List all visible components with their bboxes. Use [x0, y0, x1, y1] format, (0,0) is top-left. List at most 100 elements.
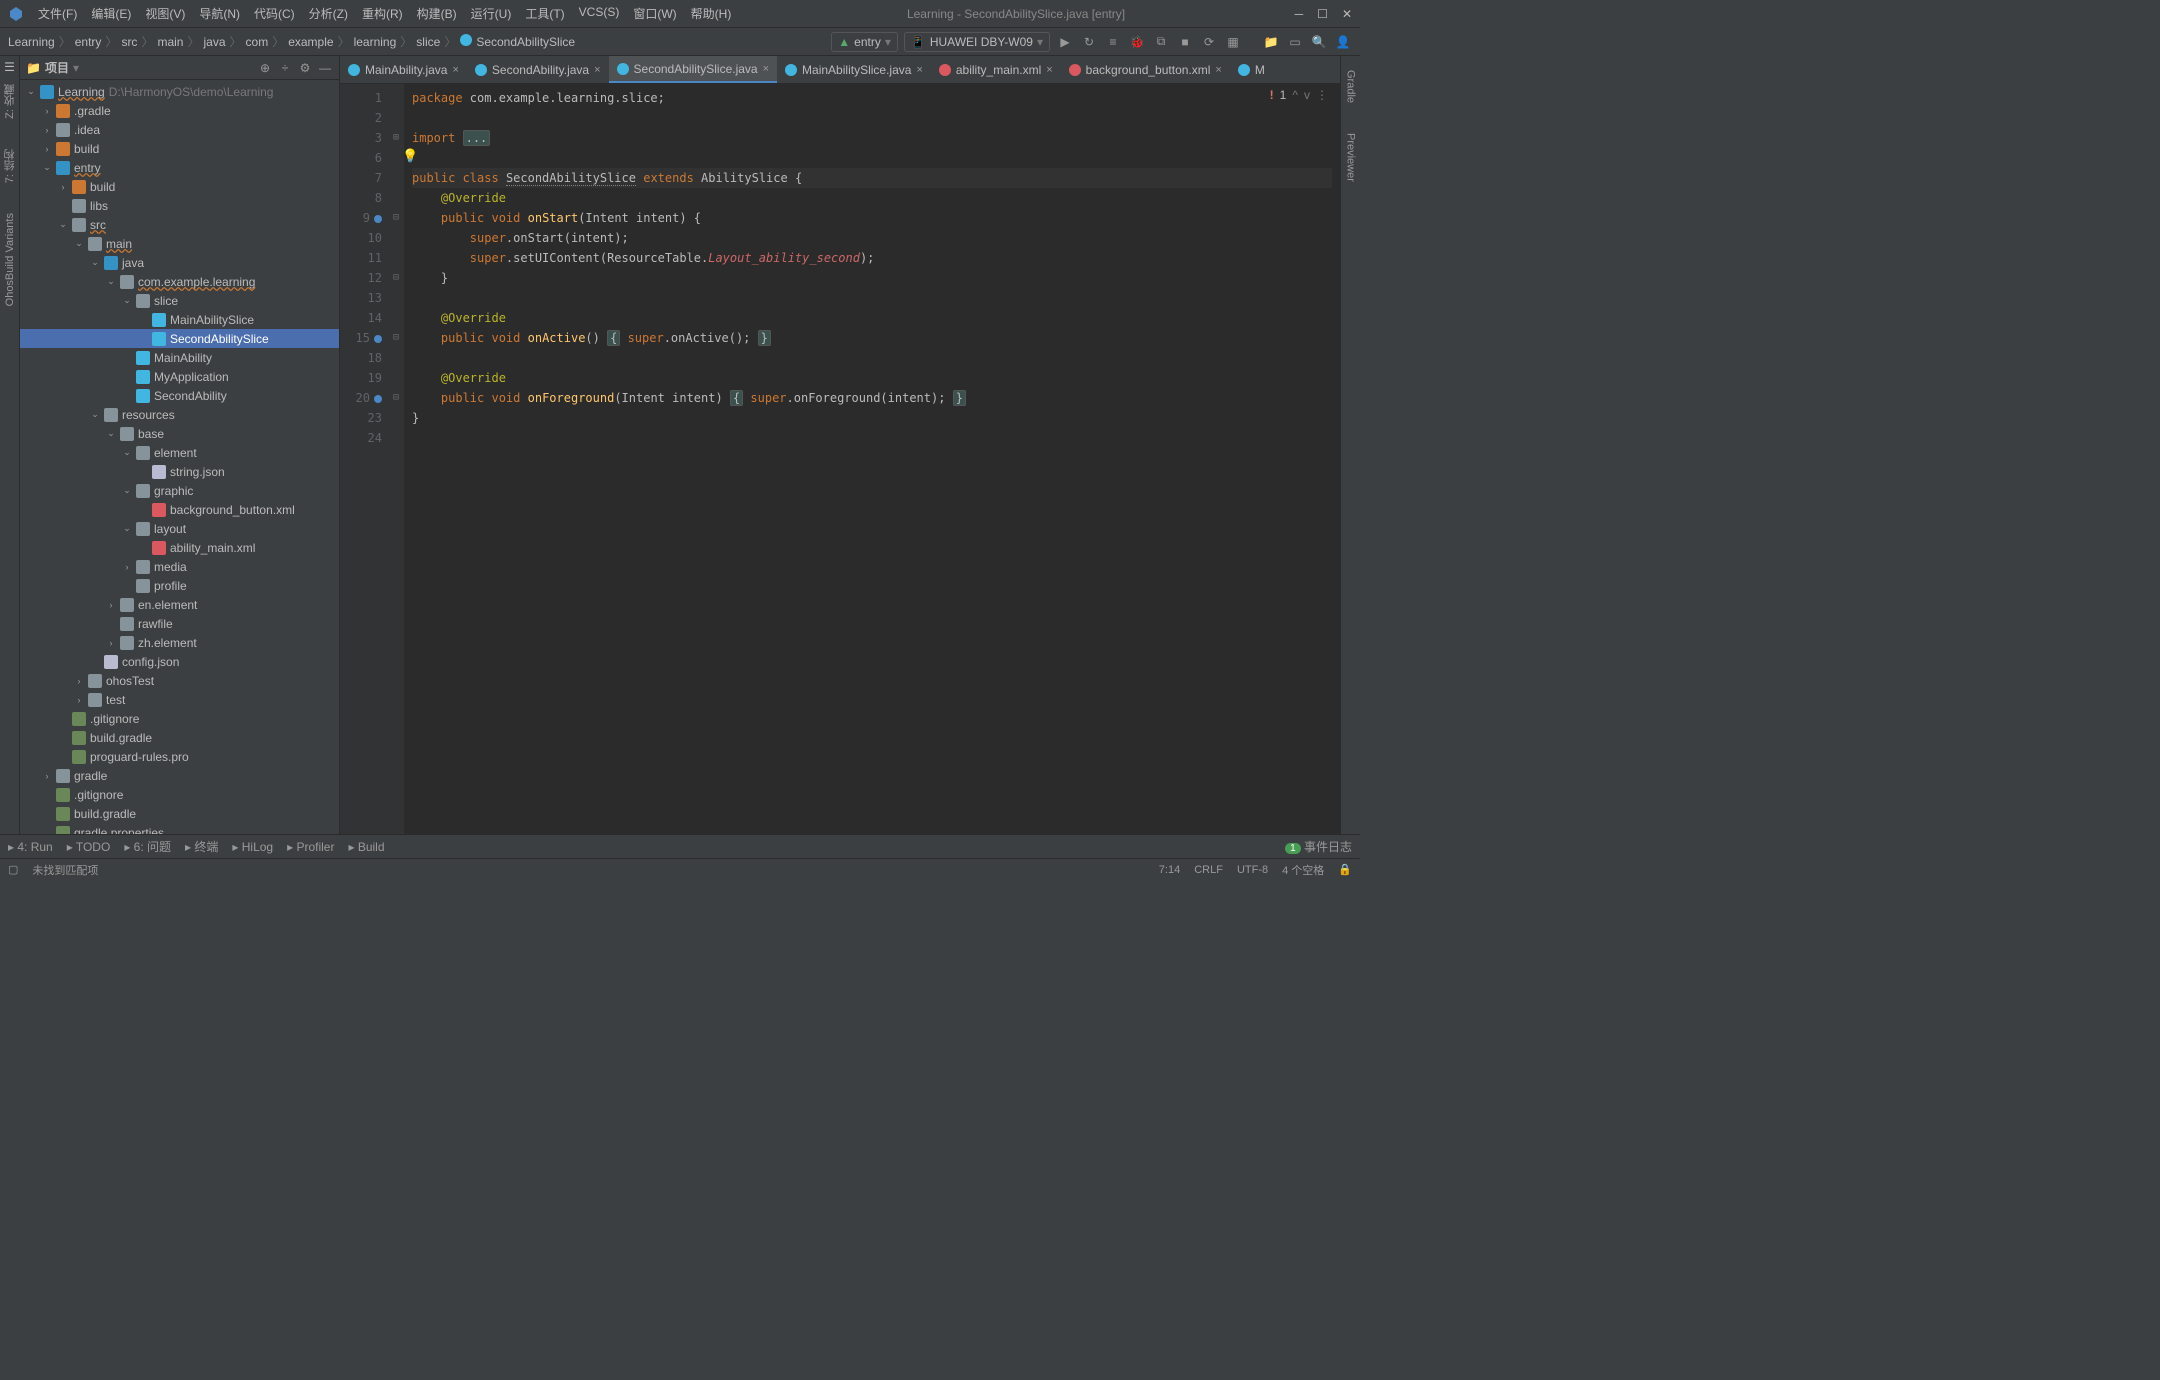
- breadcrumb-item[interactable]: main: [157, 35, 183, 49]
- line-number[interactable]: 13: [340, 288, 382, 308]
- tree-row[interactable]: ⌄slice: [20, 291, 339, 310]
- tree-row[interactable]: SecondAbility: [20, 386, 339, 405]
- tree-row[interactable]: ›build: [20, 139, 339, 158]
- tree-row[interactable]: ⌄graphic: [20, 481, 339, 500]
- line-number[interactable]: 9: [340, 208, 382, 228]
- line-number[interactable]: 8: [340, 188, 382, 208]
- tree-row[interactable]: ›.idea: [20, 120, 339, 139]
- fold-toggle-icon[interactable]: [388, 188, 404, 208]
- editor-tab[interactable]: M: [1230, 56, 1273, 83]
- code-line[interactable]: super.setUIContent(ResourceTable.Layout_…: [412, 248, 1332, 268]
- line-number[interactable]: 11: [340, 248, 382, 268]
- fold-toggle-icon[interactable]: ⊟: [388, 388, 404, 408]
- code-line[interactable]: super.onStart(intent);: [412, 228, 1332, 248]
- tree-row[interactable]: background_button.xml: [20, 500, 339, 519]
- close-tab-icon[interactable]: ×: [1215, 64, 1221, 76]
- tree-row[interactable]: ›gradle: [20, 766, 339, 785]
- line-number[interactable]: 20: [340, 388, 382, 408]
- minimize-button[interactable]: ─: [1295, 7, 1304, 21]
- tool-window-button[interactable]: ▸ Profiler: [287, 840, 334, 854]
- tree-row[interactable]: ›test: [20, 690, 339, 709]
- close-tab-icon[interactable]: ×: [1046, 64, 1052, 76]
- tree-row[interactable]: ⌄src: [20, 215, 339, 234]
- line-number[interactable]: 10: [340, 228, 382, 248]
- line-number[interactable]: 23: [340, 408, 382, 428]
- right-tool-button[interactable]: Gradle: [1345, 70, 1357, 103]
- menu-item[interactable]: 帮助(H): [685, 3, 738, 24]
- left-tool-button[interactable]: OhosBuild Variants: [4, 213, 16, 306]
- tree-row[interactable]: ›en.element: [20, 595, 339, 614]
- tree-row[interactable]: ›media: [20, 557, 339, 576]
- tree-row[interactable]: ›zh.element: [20, 633, 339, 652]
- lock-icon[interactable]: 🔒: [1338, 863, 1352, 876]
- tree-row[interactable]: proguard-rules.pro: [20, 747, 339, 766]
- fold-toggle-icon[interactable]: ⊞: [388, 128, 404, 148]
- tree-arrow-icon[interactable]: ⌄: [26, 86, 36, 97]
- tree-arrow-icon[interactable]: ›: [42, 125, 52, 135]
- fold-toggle-icon[interactable]: ⊟: [388, 208, 404, 228]
- editor-tab[interactable]: background_button.xml×: [1061, 56, 1230, 83]
- tree-arrow-icon[interactable]: ⌄: [122, 295, 132, 306]
- tree-arrow-icon[interactable]: ⌄: [122, 485, 132, 496]
- tree-arrow-icon[interactable]: ⌄: [122, 523, 132, 534]
- line-number[interactable]: 19: [340, 368, 382, 388]
- breadcrumb-item[interactable]: com: [246, 35, 269, 49]
- menu-item[interactable]: 运行(U): [465, 3, 518, 24]
- tree-row[interactable]: MainAbility: [20, 348, 339, 367]
- fold-toggle-icon[interactable]: [388, 88, 404, 108]
- tree-row[interactable]: MainAbilitySlice: [20, 310, 339, 329]
- breadcrumb-item[interactable]: src: [121, 35, 137, 49]
- tree-row[interactable]: ⌄main: [20, 234, 339, 253]
- tree-row[interactable]: ⌄com.example.learning: [20, 272, 339, 291]
- fold-toggle-icon[interactable]: ⊟: [388, 328, 404, 348]
- code-line[interactable]: }: [412, 268, 1332, 288]
- breadcrumb-item[interactable]: learning: [354, 35, 397, 49]
- inspection-indicator[interactable]: ! 1 ^ v ⋮: [1262, 86, 1336, 104]
- fold-toggle-icon[interactable]: [388, 348, 404, 368]
- code-line[interactable]: @Override: [412, 308, 1332, 328]
- tree-arrow-icon[interactable]: ⌄: [42, 162, 52, 173]
- tree-row[interactable]: ›ohosTest: [20, 671, 339, 690]
- code-line[interactable]: package com.example.learning.slice;: [412, 88, 1332, 108]
- menu-item[interactable]: 导航(N): [193, 3, 246, 24]
- close-tab-icon[interactable]: ×: [452, 64, 458, 76]
- code-line[interactable]: }: [412, 408, 1332, 428]
- fold-toggle-icon[interactable]: [388, 108, 404, 128]
- tree-row[interactable]: ⌄java: [20, 253, 339, 272]
- menu-item[interactable]: 代码(C): [248, 3, 301, 24]
- code-line[interactable]: @Override: [412, 368, 1332, 388]
- tool-window-button[interactable]: ▸ Build: [348, 840, 384, 854]
- maximize-button[interactable]: ☐: [1317, 7, 1328, 21]
- menu-item[interactable]: 窗口(W): [627, 3, 682, 24]
- device-selector[interactable]: 📱HUAWEI DBY-W09▾: [904, 32, 1050, 52]
- fold-toggle-icon[interactable]: [388, 428, 404, 448]
- breadcrumb-item[interactable]: SecondAbilitySlice: [460, 34, 575, 49]
- line-number[interactable]: 2: [340, 108, 382, 128]
- code-line[interactable]: public class SecondAbilitySlice extends …: [412, 168, 1332, 188]
- close-tab-icon[interactable]: ×: [763, 63, 769, 75]
- project-tool-icon[interactable]: ☰: [4, 60, 15, 74]
- locate-icon[interactable]: ⊕: [257, 60, 273, 76]
- tree-arrow-icon[interactable]: ›: [74, 695, 84, 705]
- tree-row[interactable]: ⌄LearningD:\HarmonyOS\demo\Learning: [20, 82, 339, 101]
- tool-window-button[interactable]: ▸ HiLog: [232, 840, 273, 854]
- tree-row[interactable]: .gitignore: [20, 785, 339, 804]
- tree-arrow-icon[interactable]: ›: [122, 562, 132, 572]
- menu-item[interactable]: 视图(V): [139, 3, 191, 24]
- sync-button[interactable]: ⟳: [1200, 33, 1218, 51]
- fold-toggle-icon[interactable]: ⊟: [388, 268, 404, 288]
- tree-row[interactable]: rawfile: [20, 614, 339, 633]
- tree-row[interactable]: ›build: [20, 177, 339, 196]
- tree-row[interactable]: MyApplication: [20, 367, 339, 386]
- tree-arrow-icon[interactable]: ›: [58, 182, 68, 192]
- left-tool-button[interactable]: Z: 收藏: [2, 84, 18, 119]
- menu-item[interactable]: 分析(Z): [303, 3, 354, 24]
- fold-toggle-icon[interactable]: [388, 228, 404, 248]
- tool-window-button[interactable]: ▸ TODO: [67, 840, 111, 854]
- code-line[interactable]: public void onForeground(Intent intent) …: [412, 388, 1332, 408]
- tree-row[interactable]: ⌄entry: [20, 158, 339, 177]
- status-icon[interactable]: ▢: [8, 863, 18, 876]
- cursor-position[interactable]: 7:14: [1159, 864, 1180, 876]
- line-number[interactable]: 18: [340, 348, 382, 368]
- code-line[interactable]: import ...: [412, 128, 1332, 148]
